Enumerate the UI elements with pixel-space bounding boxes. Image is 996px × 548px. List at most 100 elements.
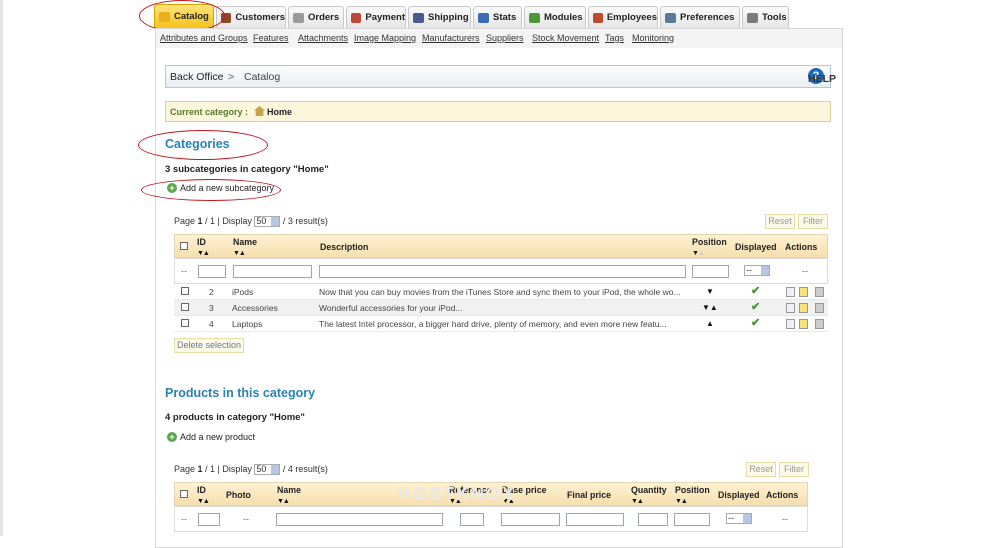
- enabled-check-icon[interactable]: ✔: [751, 318, 761, 329]
- tab-payment[interactable]: Payment: [346, 6, 406, 28]
- subnav-suppliers[interactable]: Suppliers: [486, 33, 524, 43]
- subnav-tags[interactable]: Tags: [605, 33, 624, 43]
- tab-stats[interactable]: Stats: [473, 6, 522, 28]
- filter-position-input[interactable]: [692, 265, 729, 278]
- filter-dash: --: [782, 514, 788, 524]
- pager-suffix: / 4 result(s): [280, 464, 328, 474]
- product-count: 4 products in category "Home": [165, 412, 305, 423]
- subnav-attributes-groups[interactable]: Attributes and Groups: [160, 33, 248, 43]
- move-arrow-icon[interactable]: ▼: [706, 287, 714, 296]
- table-row[interactable]: 3 Accessories Wonderful accessories for …: [174, 300, 828, 316]
- col-name-label: Name: [277, 485, 301, 495]
- col-description: Description: [320, 242, 369, 252]
- row-description: Wonderful accessories for your iPod...: [319, 303, 463, 313]
- sort-arrows-icon[interactable]: ▼▲: [675, 498, 688, 505]
- breadcrumb-root[interactable]: Back Office: [170, 71, 224, 83]
- select-all-checkbox[interactable]: [180, 242, 188, 250]
- delete-icon[interactable]: [815, 303, 824, 313]
- filter-button[interactable]: Filter: [779, 462, 809, 477]
- plus-icon: +: [167, 432, 177, 442]
- products-heading: Products in this category: [165, 386, 316, 400]
- categories-table-header: ID ▼▲ Name ▼▲ Description Position ▼▲ Displ…: [174, 234, 828, 258]
- row-description: Now that you can buy movies from the iTu…: [319, 287, 681, 297]
- filter-quantity-input[interactable]: [638, 513, 668, 526]
- enabled-check-icon[interactable]: ✔: [751, 302, 761, 313]
- view-icon[interactable]: [786, 319, 795, 329]
- tab-modules[interactable]: Modules: [524, 6, 586, 28]
- tab-label: Payment: [365, 12, 405, 23]
- subnav-attachments[interactable]: Attachments: [298, 33, 348, 43]
- sort-arrows-icon[interactable]: ▼▲: [631, 498, 644, 505]
- reset-button[interactable]: Reset: [765, 214, 795, 229]
- col-id: ID ▼▲: [197, 237, 210, 257]
- sort-arrows-icon[interactable]: ▼▲: [197, 498, 210, 505]
- row-id: 4: [209, 319, 214, 329]
- row-checkbox[interactable]: [181, 303, 189, 311]
- table-row[interactable]: 2 iPods Now that you can buy movies from…: [174, 284, 828, 300]
- pager-suffix: / 3 result(s): [280, 216, 328, 226]
- tab-preferences[interactable]: Preferences: [660, 6, 740, 28]
- delete-icon[interactable]: [815, 319, 824, 329]
- subnav-features[interactable]: Features: [253, 33, 289, 43]
- filter-displayed-select[interactable]: --: [726, 513, 752, 524]
- sort-arrows-icon[interactable]: ▼▲: [692, 250, 705, 257]
- delete-selection-button[interactable]: Delete selection: [174, 338, 244, 353]
- current-category-value[interactable]: Home: [267, 107, 292, 117]
- filter-reference-input[interactable]: [460, 513, 484, 526]
- tab-label: Modules: [544, 12, 583, 23]
- view-icon[interactable]: [786, 287, 795, 297]
- subnav-manufacturers[interactable]: Manufacturers: [422, 33, 480, 43]
- categories-filter-row: -- -- --: [174, 258, 828, 284]
- view-icon[interactable]: [786, 303, 795, 313]
- move-arrows-icon[interactable]: ▼▲: [702, 303, 718, 312]
- reset-button[interactable]: Reset: [746, 462, 776, 477]
- enabled-check-icon[interactable]: ✔: [751, 286, 761, 297]
- employee-icon: [593, 12, 603, 23]
- tab-customers[interactable]: Customers: [216, 6, 286, 28]
- per-page-select[interactable]: 50: [254, 464, 281, 476]
- edit-icon[interactable]: [799, 287, 808, 297]
- col-name: Name ▼▲: [233, 237, 257, 257]
- row-checkbox[interactable]: [181, 287, 189, 295]
- row-checkbox[interactable]: [181, 319, 189, 327]
- tab-shipping[interactable]: Shipping: [408, 6, 471, 28]
- filter-description-input[interactable]: [319, 265, 686, 278]
- current-category-bar: Current category : Home: [165, 101, 831, 122]
- move-arrow-icon[interactable]: ▲: [706, 319, 714, 328]
- filter-name-input[interactable]: [233, 265, 312, 278]
- filter-button[interactable]: Filter: [798, 214, 828, 229]
- help-button[interactable]: ? HELP: [808, 68, 836, 85]
- select-all-checkbox[interactable]: [180, 490, 188, 498]
- table-row[interactable]: 4 Laptops The latest Intel processor, a …: [174, 316, 828, 332]
- filter-position-input[interactable]: [674, 513, 710, 526]
- tab-employees[interactable]: Employees: [588, 6, 658, 28]
- subnav-monitoring[interactable]: Monitoring: [632, 33, 674, 43]
- tab-orders[interactable]: Orders: [288, 6, 344, 28]
- edit-icon[interactable]: [799, 319, 808, 329]
- subnav-image-mapping[interactable]: Image Mapping: [354, 33, 416, 43]
- filter-base-price-input[interactable]: [501, 513, 560, 526]
- tab-label: Employees: [606, 12, 657, 23]
- sort-arrows-icon[interactable]: ▼▲: [197, 250, 210, 257]
- edit-icon[interactable]: [799, 303, 808, 313]
- per-page-select[interactable]: 50: [254, 216, 281, 228]
- col-position-label: Position: [692, 237, 727, 247]
- add-product-link[interactable]: + Add a new product: [167, 432, 255, 442]
- row-id: 3: [209, 303, 214, 313]
- sort-arrows-icon[interactable]: ▼▲: [233, 250, 246, 257]
- payment-icon: [351, 12, 362, 23]
- tab-tools[interactable]: Tools: [742, 6, 789, 28]
- categories-pager: Page 1 / 1 | Display 50 / 3 result(s): [174, 216, 328, 228]
- subnav-stock-movement[interactable]: Stock Movement: [532, 33, 599, 43]
- delete-icon[interactable]: [815, 287, 824, 297]
- filter-final-price-input[interactable]: [566, 513, 624, 526]
- sort-arrows-icon[interactable]: ▼▲: [277, 498, 290, 505]
- breadcrumb-current: Catalog: [244, 71, 281, 83]
- filter-displayed-select[interactable]: --: [744, 265, 770, 276]
- filter-id-input[interactable]: [198, 265, 226, 278]
- filter-id-input[interactable]: [198, 513, 220, 526]
- filter-name-input[interactable]: [276, 513, 443, 526]
- col-quantity-label: Quantity: [631, 485, 667, 495]
- col-displayed: Displayed: [718, 490, 760, 500]
- highlight-ellipse: [138, 130, 268, 160]
